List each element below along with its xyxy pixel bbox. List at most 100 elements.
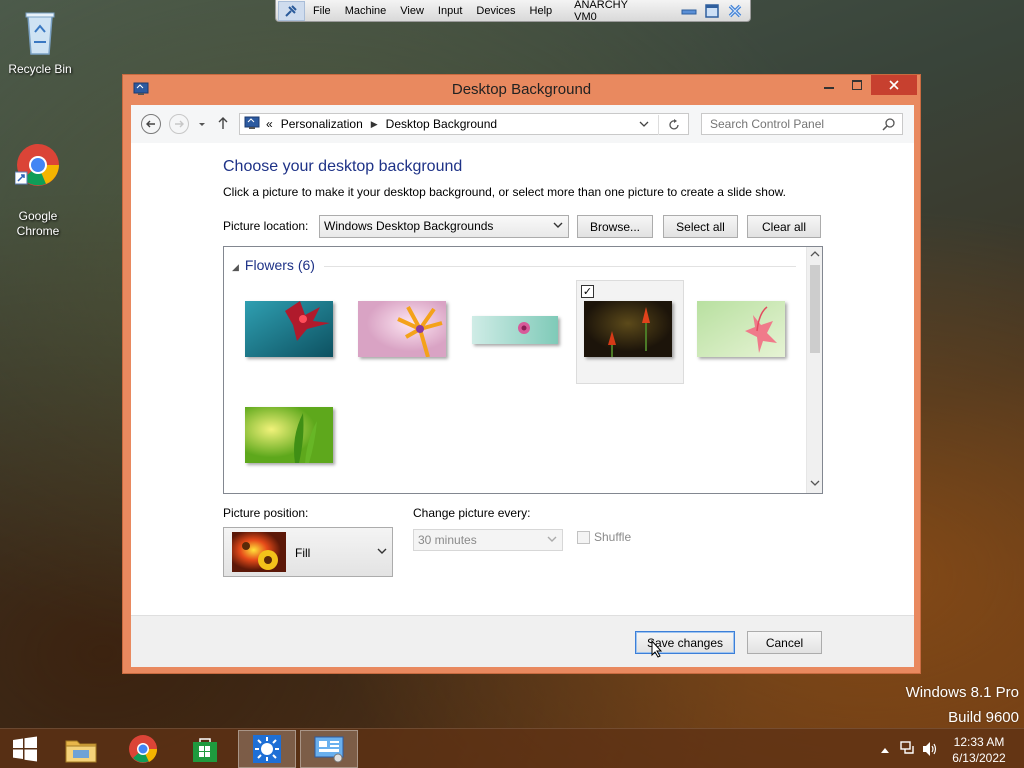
wallpaper-thumbnail[interactable] <box>236 393 344 493</box>
desktop-icon-recycle-bin[interactable]: Recycle Bin <box>2 8 78 77</box>
taskbar-file-explorer[interactable] <box>52 730 110 768</box>
recent-locations-chevron-icon[interactable] <box>197 118 207 132</box>
shuffle-label: Shuffle <box>594 530 632 544</box>
save-changes-button[interactable]: Save changes <box>635 631 735 654</box>
navigation-bar: « Personalization ▶ Desktop Background <box>131 105 914 143</box>
change-picture-value: 30 minutes <box>418 533 477 547</box>
change-picture-label: Change picture every: <box>413 506 531 520</box>
show-hidden-icons-icon[interactable] <box>880 743 890 757</box>
group-divider <box>324 266 796 267</box>
browse-button[interactable]: Browse... <box>577 215 653 238</box>
scroll-up-icon[interactable] <box>810 250 820 261</box>
taskbar-store[interactable] <box>176 730 234 768</box>
wallpaper-thumbnail[interactable] <box>688 287 796 391</box>
mouse-cursor-icon <box>651 639 663 661</box>
vm-menu-devices[interactable]: Devices <box>476 5 515 17</box>
breadcrumb-personalization[interactable]: Personalization <box>281 117 363 131</box>
address-bar[interactable]: « Personalization ▶ Desktop Background <box>239 113 689 135</box>
search-icon[interactable] <box>882 117 896 134</box>
up-button[interactable] <box>217 116 229 133</box>
forward-button[interactable] <box>169 114 189 134</box>
search-box[interactable] <box>701 113 903 135</box>
folder-icon <box>65 740 97 763</box>
address-dropdown-icon[interactable] <box>638 118 650 133</box>
refresh-button[interactable] <box>658 115 689 135</box>
title-bar[interactable]: Desktop Background <box>123 75 920 105</box>
vm-name: ANARCHY VM0 <box>574 0 628 23</box>
chrome-icon <box>129 735 158 763</box>
control-panel-icon <box>244 116 260 133</box>
scrollbar-thumb[interactable] <box>810 265 820 353</box>
windows-logo-icon <box>13 736 37 762</box>
group-header[interactable]: ◢ Flowers (6) <box>232 257 315 273</box>
maximize-icon <box>852 80 862 90</box>
scroll-down-icon[interactable] <box>810 479 820 490</box>
wallpaper-thumbnail[interactable] <box>349 287 457 391</box>
minimize-button[interactable] <box>815 75 843 95</box>
breadcrumb-desktop-background[interactable]: Desktop Background <box>386 117 497 131</box>
wallpaper-thumbnail[interactable] <box>462 287 570 391</box>
minimize-icon <box>824 87 834 89</box>
change-picture-select[interactable]: 30 minutes <box>413 529 563 551</box>
search-input[interactable] <box>710 117 880 131</box>
cancel-button[interactable]: Cancel <box>747 631 822 654</box>
pin-icon[interactable] <box>278 0 305 21</box>
shuffle-checkbox[interactable]: Shuffle <box>577 530 631 544</box>
store-icon <box>193 738 217 762</box>
start-button[interactable] <box>0 730 50 768</box>
vm-close-icon[interactable] <box>727 3 744 19</box>
window-content: « Personalization ▶ Desktop Background C… <box>131 105 914 667</box>
checkbox-unchecked-icon[interactable] <box>577 530 590 544</box>
flower-4-image <box>584 301 672 357</box>
clock[interactable]: 12:33 AM 6/13/2022 <box>948 734 1010 766</box>
flower-1-image <box>245 301 333 357</box>
clock-date: 6/13/2022 <box>952 751 1006 765</box>
chevron-down-icon <box>377 546 387 559</box>
recycle-bin-icon <box>2 8 78 60</box>
taskbar-chrome[interactable] <box>114 730 172 768</box>
vm-menu-file[interactable]: File <box>313 5 331 17</box>
close-button[interactable] <box>871 75 917 95</box>
taskbar-personalization[interactable] <box>238 730 296 768</box>
breadcrumb-overflow[interactable]: « <box>266 117 273 131</box>
breadcrumb-separator-icon[interactable]: ▶ <box>371 119 378 130</box>
desktop-icon-label: Recycle Bin <box>8 62 72 76</box>
personalization-icon <box>253 735 281 763</box>
chevron-down-icon <box>553 220 563 232</box>
forward-arrow-icon <box>175 120 184 128</box>
back-button[interactable] <box>141 114 161 134</box>
collapse-triangle-icon[interactable]: ◢ <box>232 262 239 272</box>
page-title: Choose your desktop background <box>223 158 463 175</box>
wallpaper-thumbnail-selected[interactable]: ✓ <box>576 280 684 384</box>
flower-3-image <box>472 316 558 344</box>
vm-menu-input[interactable]: Input <box>438 5 462 17</box>
vm-menu-machine[interactable]: Machine <box>345 5 387 17</box>
desktop-icon-google-chrome[interactable]: Google Chrome <box>0 112 76 239</box>
volume-icon[interactable] <box>922 741 938 760</box>
chevron-down-icon <box>547 534 557 546</box>
group-label: Flowers (6) <box>244 257 315 273</box>
picture-position-select[interactable]: Fill <box>223 527 393 577</box>
picture-position-value: Fill <box>295 546 311 560</box>
picture-grid-scrollbar[interactable] <box>806 247 822 493</box>
flower-2-image <box>358 301 446 357</box>
clear-all-button[interactable]: Clear all <box>747 215 821 238</box>
desktop-icon-label: Google Chrome <box>16 209 60 238</box>
windows-edition-watermark: Windows 8.1 Pro <box>905 684 1019 701</box>
clock-time: 12:33 AM <box>953 735 1005 749</box>
maximize-button[interactable] <box>843 75 871 95</box>
vm-menu-view[interactable]: View <box>400 5 424 17</box>
vm-restore-icon[interactable] <box>703 3 720 19</box>
control-panel-icon <box>314 736 344 763</box>
picture-position-label: Picture position: <box>223 506 309 520</box>
checkbox-checked-icon[interactable]: ✓ <box>581 285 594 298</box>
vm-menu-help[interactable]: Help <box>530 5 553 17</box>
picture-location-label: Picture location: <box>223 219 309 233</box>
network-icon[interactable] <box>900 740 916 759</box>
taskbar-control-panel[interactable] <box>300 730 358 768</box>
select-all-button[interactable]: Select all <box>663 215 738 238</box>
wallpaper-thumbnail[interactable] <box>236 287 344 391</box>
vm-minimize-icon[interactable] <box>680 3 697 19</box>
vm-toolbar: File Machine View Input Devices Help ANA… <box>275 0 751 23</box>
picture-location-select[interactable]: Windows Desktop Backgrounds <box>319 215 569 238</box>
